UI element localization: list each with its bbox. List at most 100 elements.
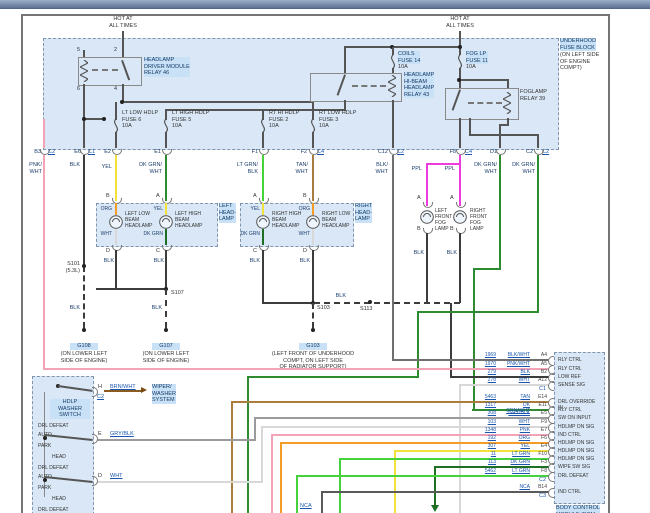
wire-label-ltgrnblk: LT GRN/ BLK (232, 162, 258, 175)
bcm-circuit-number[interactable]: 1348 (454, 427, 496, 433)
bcm-pin: A12 (532, 377, 547, 383)
wire-5462 (296, 476, 298, 513)
bcm-wire-color[interactable]: LT GRN (498, 451, 530, 457)
pin-b: B (417, 226, 421, 233)
fuse14-amp: 10A (398, 64, 408, 71)
wire-label-blk: BLK (441, 250, 457, 257)
relay46-pin6: 6 (77, 86, 80, 93)
bcm-circuit-number[interactable]: 308 (454, 410, 496, 416)
wire-segment (262, 132, 264, 148)
bcm-wire-color[interactable]: TAN (498, 394, 530, 400)
bcm-label[interactable]: BODY CONTROL MODULE (BCM (556, 505, 600, 513)
wire-label-wht[interactable]: WHT (110, 473, 123, 480)
wire-113 (434, 467, 436, 505)
bcm-function-label: IND CTRL (558, 432, 602, 438)
wire-segment (507, 79, 509, 88)
bcm-circuit-number[interactable]: 278 (454, 377, 496, 383)
ground-g107[interactable]: G107 (152, 343, 180, 350)
right-headlamp-label[interactable]: RIGHT HEAD- LAMP (355, 203, 372, 223)
underhood-fuse-block-label[interactable]: UNDERHOOD FUSE BLOCK (560, 38, 596, 51)
bcm-circuit-number[interactable]: 307 (454, 443, 496, 449)
arrow-icon (141, 387, 147, 393)
bcm-wire-color[interactable]: BLK/WHT (498, 352, 530, 358)
bcm-pin: E5 (532, 410, 547, 416)
ground-g103[interactable]: G103 (299, 343, 327, 350)
bcm-circuit-number[interactable]: 1317 (454, 402, 496, 408)
junction-dot (457, 78, 461, 82)
coil-icon (388, 75, 396, 97)
bcm-function-label: RLY CTRL (558, 366, 602, 372)
wiring-diagram-page: UNDERHOOD FUSE BLOCK (ON LEFT SIDE OF EN… (0, 0, 650, 513)
bcm-wire-color[interactable]: YEL (498, 443, 530, 449)
wire-label-brnwht[interactable]: BRN/WHT (110, 384, 136, 391)
bcm-circuit-number[interactable]: 103 (454, 419, 496, 425)
splice-s113-dot (368, 300, 372, 304)
wire-dkgrn (262, 229, 264, 245)
connector-icon (548, 472, 554, 482)
hot-at-all-times-right: HOT AT ALL TIMES (430, 16, 490, 29)
wire-307 (394, 451, 396, 513)
bcm-function-label: LOW REF (558, 374, 602, 380)
bcm-pin: A4 (532, 352, 547, 358)
hdlp-washer-switch-label[interactable]: HDLP WASHER SWITCH (50, 399, 90, 419)
wire-label-org: ORG (92, 206, 112, 212)
wire-ppl (426, 163, 428, 206)
bcm-circuit-number[interactable]: 113 (454, 459, 496, 465)
wire-label-gryblk[interactable]: GRY/BLK (110, 431, 134, 438)
bcm-wire-color[interactable]: LT GRN (498, 468, 530, 474)
bcm-wire-color[interactable]: WHT (498, 419, 530, 425)
wire-dkgrnwht (247, 376, 419, 378)
pin-b: B (106, 193, 110, 200)
window-title-bar (0, 0, 650, 9)
wire-segment (122, 101, 314, 103)
bcm-circuit-number[interactable]: 5463 (454, 394, 496, 400)
fuse-icon (111, 119, 121, 133)
ground-g108[interactable]: G108 (70, 343, 98, 350)
bcm-wire-color[interactable]: PNK (498, 427, 530, 433)
wire-wht (115, 229, 117, 245)
wire-segment (392, 100, 394, 148)
fuse2-label: RT HI HDLP FUSE 2 10A (269, 110, 299, 130)
wire-label-blk: BLK (244, 258, 260, 265)
bcm-function-label: HDLMP ON SIG (558, 448, 602, 454)
relay43-label[interactable]: HEADLAMP HI-BEAM HEADLAMP RELAY 43 (404, 72, 434, 98)
wire-103 (261, 427, 263, 483)
relay46-label[interactable]: HEADLAMP DRIVER MODULE RELAY 46 (144, 57, 190, 77)
bcm-wire-color[interactable]: ORG (498, 435, 530, 441)
bcm-wire-color[interactable]: PNK/WHT (498, 361, 530, 367)
wire-279 (450, 303, 452, 377)
bcm-pin: F10 (532, 451, 547, 457)
bcm-circuit-number[interactable]: 1969 (454, 352, 496, 358)
wire-308 (254, 418, 256, 441)
bcm-circuit-number[interactable]: 11 (454, 451, 496, 457)
left-high-beam-label: LEFT HIGH BEAM HEADLAMP (175, 211, 203, 229)
bcm-wire-color[interactable]: BLK (498, 369, 530, 375)
bcm-wire-color[interactable]: WHT (498, 377, 530, 383)
bcm-circuit-number[interactable]: 5462 (454, 468, 496, 474)
wire-segment (165, 132, 167, 148)
bcm-function-label: WIPE SW SIG (558, 464, 602, 470)
bcm-circuit-number[interactable]: 192 (454, 435, 496, 441)
pin-c: C (156, 248, 160, 255)
wiper-washer-system-label[interactable]: WIPER/ WASHER SYSTEM (152, 384, 176, 404)
bcm-row-wire (296, 475, 549, 477)
left-headlamp-label[interactable]: LEFT HEAD- LAMP (219, 203, 236, 223)
switch-pos-park: PARK (38, 485, 51, 491)
continuation-arrow-icon (431, 505, 439, 512)
wire-label-ppl-right: PPL (437, 166, 455, 173)
switch-contact-dot (43, 436, 47, 440)
fuse11-label[interactable]: FOG LP FUSE 11 (466, 51, 488, 64)
wire-blk (426, 233, 428, 303)
wire-label-blk: BLK (98, 258, 114, 265)
wire-nca-label[interactable]: NCA (300, 503, 312, 510)
pin-a: A (253, 193, 257, 200)
bcm-wire-color[interactable]: GRY/BLK (498, 410, 530, 416)
bcm-circuit-number[interactable]: 1970 (454, 361, 496, 367)
bcm-wire-color[interactable]: NCA (498, 484, 530, 490)
bcm-wire-color[interactable]: DK GRN (498, 459, 530, 465)
bcm-circuit-number[interactable]: 279 (454, 369, 496, 375)
fuse3-label: RT LOW HDLP FUSE 3 10A (319, 110, 356, 130)
connector-f2: F2 (292, 149, 307, 156)
fuse14-label[interactable]: COILS FUSE 14 (398, 51, 420, 64)
relay-linkage (92, 69, 118, 71)
